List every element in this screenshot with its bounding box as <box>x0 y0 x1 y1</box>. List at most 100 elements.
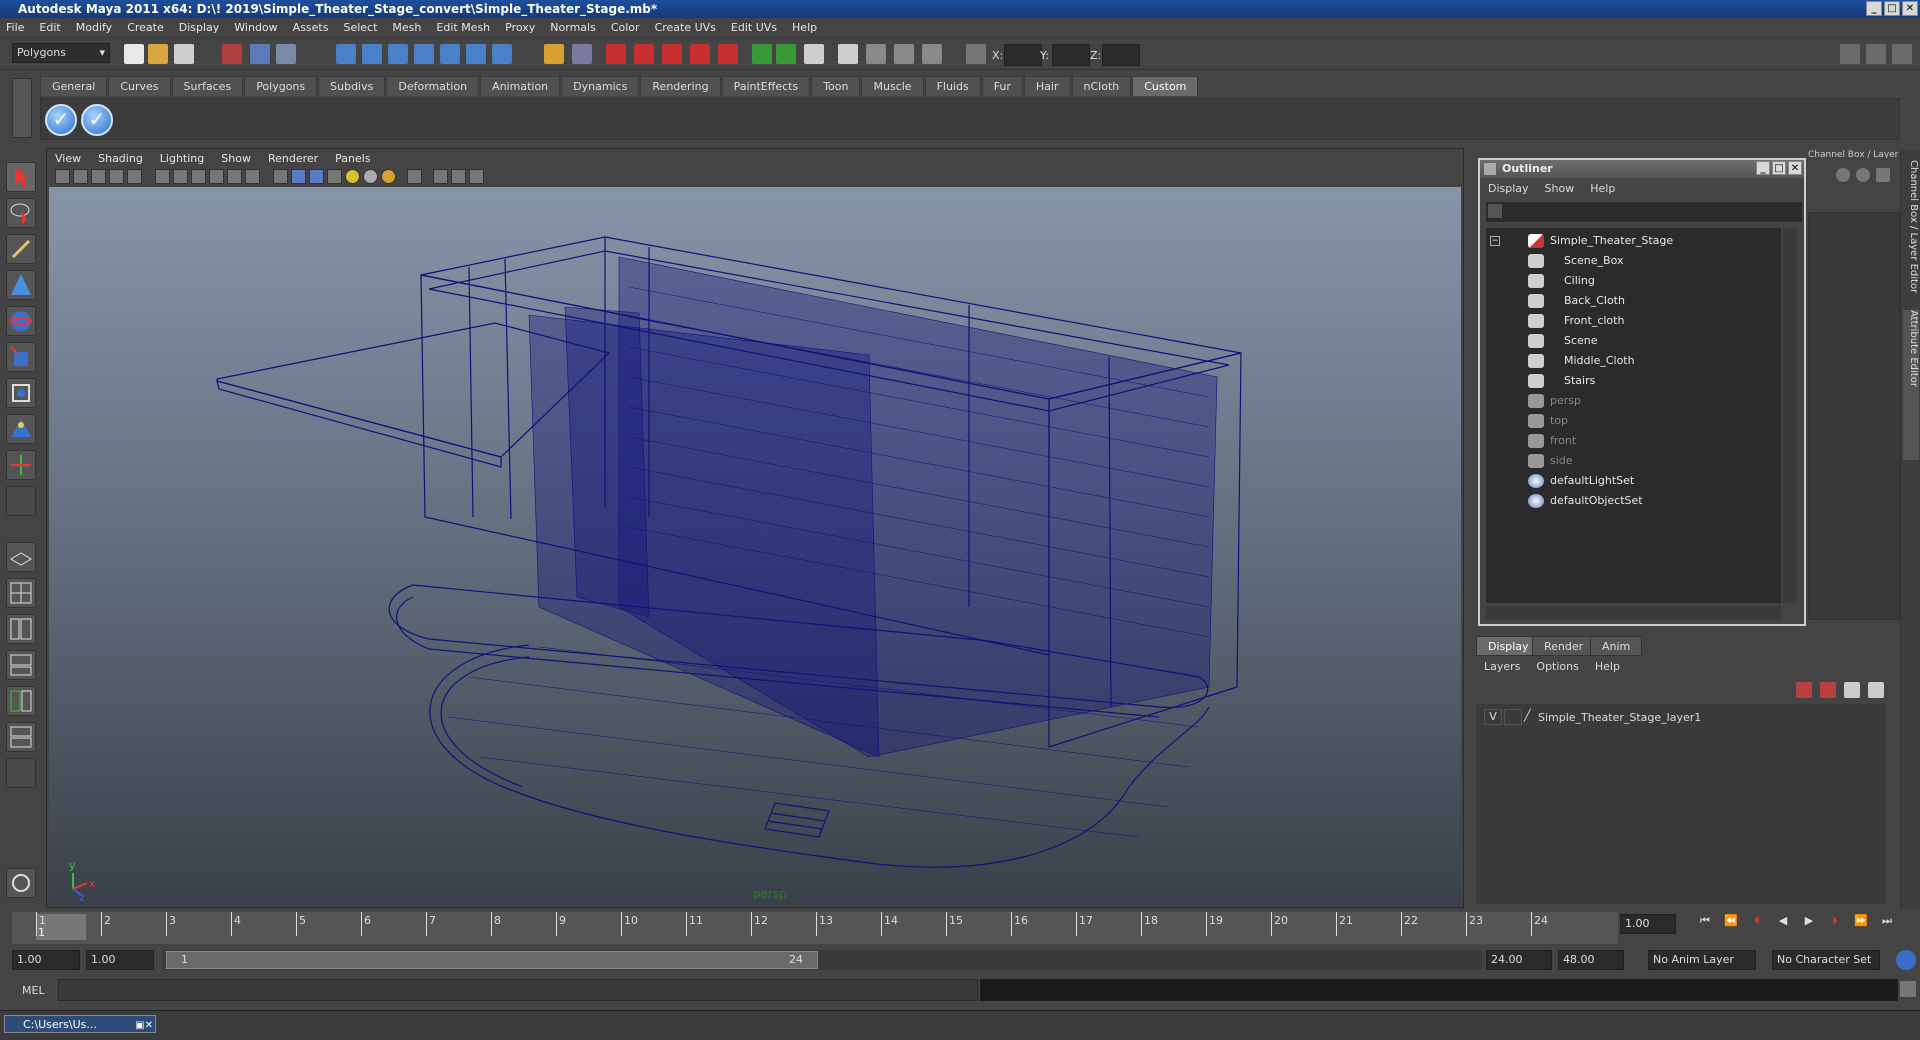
select-hierarchy-icon[interactable] <box>222 44 242 64</box>
layer-menu-layers[interactable]: Layers <box>1484 660 1520 673</box>
save-scene-icon[interactable] <box>174 44 194 64</box>
menu-edit-mesh[interactable]: Edit Mesh <box>436 21 490 34</box>
maximize-button[interactable]: □ <box>1884 1 1900 16</box>
shelf-tab-surfaces[interactable]: Surfaces <box>171 76 244 96</box>
select-object-icon[interactable] <box>250 44 270 64</box>
outliner-layout-icon[interactable] <box>6 614 36 644</box>
command-input[interactable] <box>58 979 978 1001</box>
menu-color[interactable]: Color <box>611 21 640 34</box>
outliner-item[interactable]: Ciling <box>1528 272 1595 290</box>
auto-key-icon[interactable] <box>1896 950 1916 970</box>
select-tool-icon[interactable] <box>6 162 36 192</box>
hypershade-layout-icon[interactable] <box>6 686 36 716</box>
snap-curve-icon[interactable] <box>362 44 382 64</box>
outliner-minimize-button[interactable]: _ <box>1756 161 1770 175</box>
rotate-tool-icon[interactable] <box>6 306 36 336</box>
animation-end-field[interactable]: 48.00 <box>1558 950 1624 970</box>
layer-tab-anim[interactable]: Anim <box>1590 636 1643 656</box>
side-tab-attribute-editor[interactable]: Attribute Editor <box>1903 310 1919 460</box>
shelf-tab-subdivs[interactable]: Subdivs <box>318 76 386 96</box>
select-camera-icon[interactable] <box>55 169 70 184</box>
viewport-menu-renderer[interactable]: Renderer <box>268 152 318 165</box>
viewport-menu-shading[interactable]: Shading <box>98 152 143 165</box>
outliner-horizontal-scrollbar[interactable] <box>1486 606 1781 620</box>
graph-editor-layout-icon[interactable] <box>6 650 36 680</box>
shelf-tab-hair[interactable]: Hair <box>1023 76 1071 96</box>
channel-box-icon-3[interactable] <box>1876 168 1890 182</box>
play-forward-icon[interactable]: ▶ <box>1798 914 1820 934</box>
current-frame-field[interactable]: 1.00 <box>1620 914 1676 934</box>
anim-layer-dropdown[interactable]: No Anim Layer <box>1648 950 1756 970</box>
custom-layout-icon[interactable] <box>6 758 36 788</box>
outliner-item[interactable]: persp <box>1528 392 1581 410</box>
menu-normals[interactable]: Normals <box>550 21 596 34</box>
grid-icon[interactable] <box>155 169 170 184</box>
transform-mode-icon[interactable] <box>966 44 986 64</box>
menu-assets[interactable]: Assets <box>293 21 329 34</box>
outliner-close-button[interactable]: ✕ <box>1788 161 1802 175</box>
isolate-select-icon[interactable] <box>407 169 422 184</box>
close-button[interactable]: ✕ <box>1902 1 1918 16</box>
y-field[interactable] <box>1052 44 1090 66</box>
shelf-tab-custom[interactable]: Custom <box>1132 76 1199 96</box>
new-layer-selected-icon[interactable] <box>1820 682 1836 698</box>
move-down-layer-icon[interactable] <box>1868 682 1884 698</box>
outliner-vertical-scrollbar[interactable] <box>1783 228 1797 603</box>
bookmarks-icon[interactable] <box>91 169 106 184</box>
viewport-menu-panels[interactable]: Panels <box>335 152 370 165</box>
snapshot-icon[interactable] <box>894 44 914 64</box>
outliner-maximize-button[interactable]: □ <box>1772 161 1786 175</box>
collapse-toggle-icon[interactable]: − <box>1490 236 1500 246</box>
outliner-item[interactable]: Stairs <box>1528 372 1595 390</box>
xray-joints-icon[interactable] <box>451 169 466 184</box>
viewport-menu-view[interactable]: View <box>55 152 81 165</box>
textured-icon[interactable] <box>327 169 342 184</box>
shelf-tab-fur[interactable]: Fur <box>981 76 1023 96</box>
outliner-item[interactable]: Scene <box>1528 332 1598 350</box>
safe-action-icon[interactable] <box>245 169 260 184</box>
last-tool-icon[interactable] <box>6 486 36 516</box>
batch-render-icon[interactable] <box>922 44 942 64</box>
shelf-tab-general[interactable]: General <box>40 76 108 96</box>
ipr-render-icon[interactable] <box>634 44 654 64</box>
clipboard-icon[interactable] <box>804 44 824 64</box>
hotbox-icon[interactable] <box>6 868 36 898</box>
shelf-tab-painteffects[interactable]: PaintEffects <box>721 76 811 96</box>
menu-mesh[interactable]: Mesh <box>392 21 421 34</box>
minimized-window[interactable]: C:\Users\Us... ▣✕ <box>4 1015 156 1033</box>
layer-row[interactable]: V ╱ Simple_Theater_Stage_layer1 <box>1476 708 1886 726</box>
character-set-dropdown[interactable]: No Character Set <box>1772 950 1880 970</box>
shadows-icon[interactable] <box>363 169 378 184</box>
range-slider-track[interactable]: 1 24 <box>162 950 1482 970</box>
layer-tab-render[interactable]: Render <box>1532 636 1596 656</box>
layer-menu-options[interactable]: Options <box>1536 660 1578 673</box>
channel-box-toggle-icon[interactable] <box>1892 44 1912 64</box>
backface-culling-icon[interactable] <box>469 169 484 184</box>
single-pane-layout-icon[interactable] <box>6 542 36 572</box>
channel-box-icon-2[interactable] <box>1856 168 1870 182</box>
render-settings-icon[interactable] <box>662 44 682 64</box>
shelf-tab-polygons[interactable]: Polygons <box>244 76 318 96</box>
shelf-menu-handle[interactable] <box>12 78 32 138</box>
x-field[interactable] <box>1004 44 1042 66</box>
outliner-item[interactable]: defaultLightSet <box>1528 472 1634 490</box>
layer-tab-display[interactable]: Display <box>1476 636 1541 656</box>
shelf-tab-fluids[interactable]: Fluids <box>924 76 981 96</box>
outliner-item[interactable]: Front_cloth <box>1528 312 1624 330</box>
hypershade-icon[interactable] <box>690 44 710 64</box>
layer-display-type-toggle[interactable] <box>1504 709 1522 725</box>
side-tab-channel-box[interactable]: Channel Box / Layer Editor <box>1903 160 1919 310</box>
menu-file[interactable]: File <box>6 21 24 34</box>
select-component-icon[interactable] <box>276 44 296 64</box>
step-back-frame-icon[interactable]: ⏴ <box>1746 914 1768 934</box>
snap-live-icon[interactable] <box>440 44 460 64</box>
outliner-item[interactable]: top <box>1528 412 1568 430</box>
play-backward-icon[interactable]: ◀ <box>1772 914 1794 934</box>
universal-manipulator-icon[interactable] <box>6 378 36 408</box>
lasso-tool-icon[interactable] <box>6 198 36 228</box>
four-pane-layout-icon[interactable] <box>6 578 36 608</box>
soft-modification-icon[interactable] <box>6 414 36 444</box>
viewport-3d-scene[interactable]: y x z persp <box>49 187 1461 907</box>
shelf-tab-animation[interactable]: Animation <box>480 76 561 96</box>
gate-mask-icon[interactable] <box>209 169 224 184</box>
